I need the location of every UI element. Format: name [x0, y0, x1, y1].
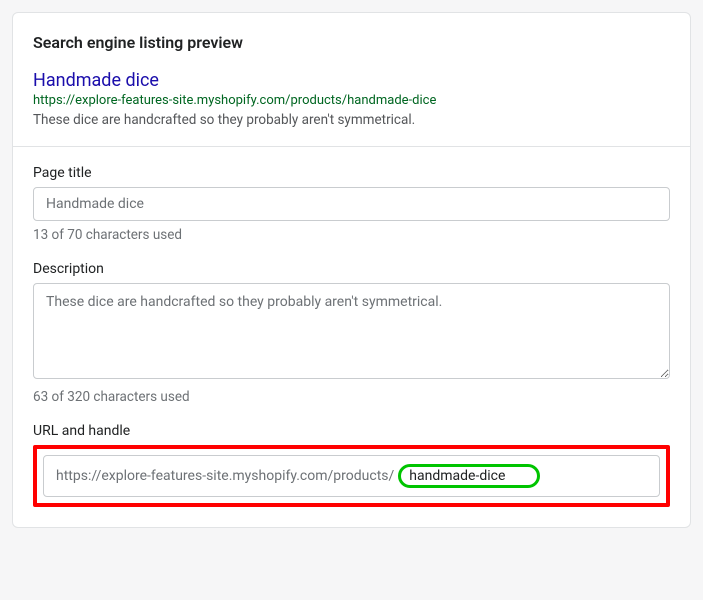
description-field: Description 63 of 320 characters used [33, 261, 670, 405]
section-title: Search engine listing preview [33, 33, 670, 52]
url-handle-label: URL and handle [33, 423, 670, 439]
url-handle-field: URL and handle https://explore-features-… [33, 423, 670, 507]
preview-url: https://explore-features-site.myshopify.… [33, 93, 670, 108]
page-title-field: Page title 13 of 70 characters used [33, 165, 670, 243]
card-body: Page title 13 of 70 characters used Desc… [13, 147, 690, 527]
preview-description: These dice are handcrafted so they proba… [33, 112, 670, 128]
url-handle-input[interactable] [409, 468, 529, 484]
page-title-label: Page title [33, 165, 670, 181]
url-highlight-annotation: https://explore-features-site.myshopify.… [33, 445, 670, 507]
description-helper: 63 of 320 characters used [33, 389, 670, 405]
description-textarea[interactable] [33, 283, 670, 379]
url-input-wrapper[interactable]: https://explore-features-site.myshopify.… [43, 455, 660, 497]
description-label: Description [33, 261, 670, 277]
card-header: Search engine listing preview Handmade d… [13, 13, 690, 147]
page-title-input[interactable] [33, 187, 670, 221]
preview-title: Handmade dice [33, 70, 670, 91]
seo-preview-card: Search engine listing preview Handmade d… [12, 12, 691, 528]
url-prefix: https://explore-features-site.myshopify.… [56, 468, 394, 484]
url-handle-highlight [398, 464, 540, 488]
page-title-helper: 13 of 70 characters used [33, 227, 670, 243]
